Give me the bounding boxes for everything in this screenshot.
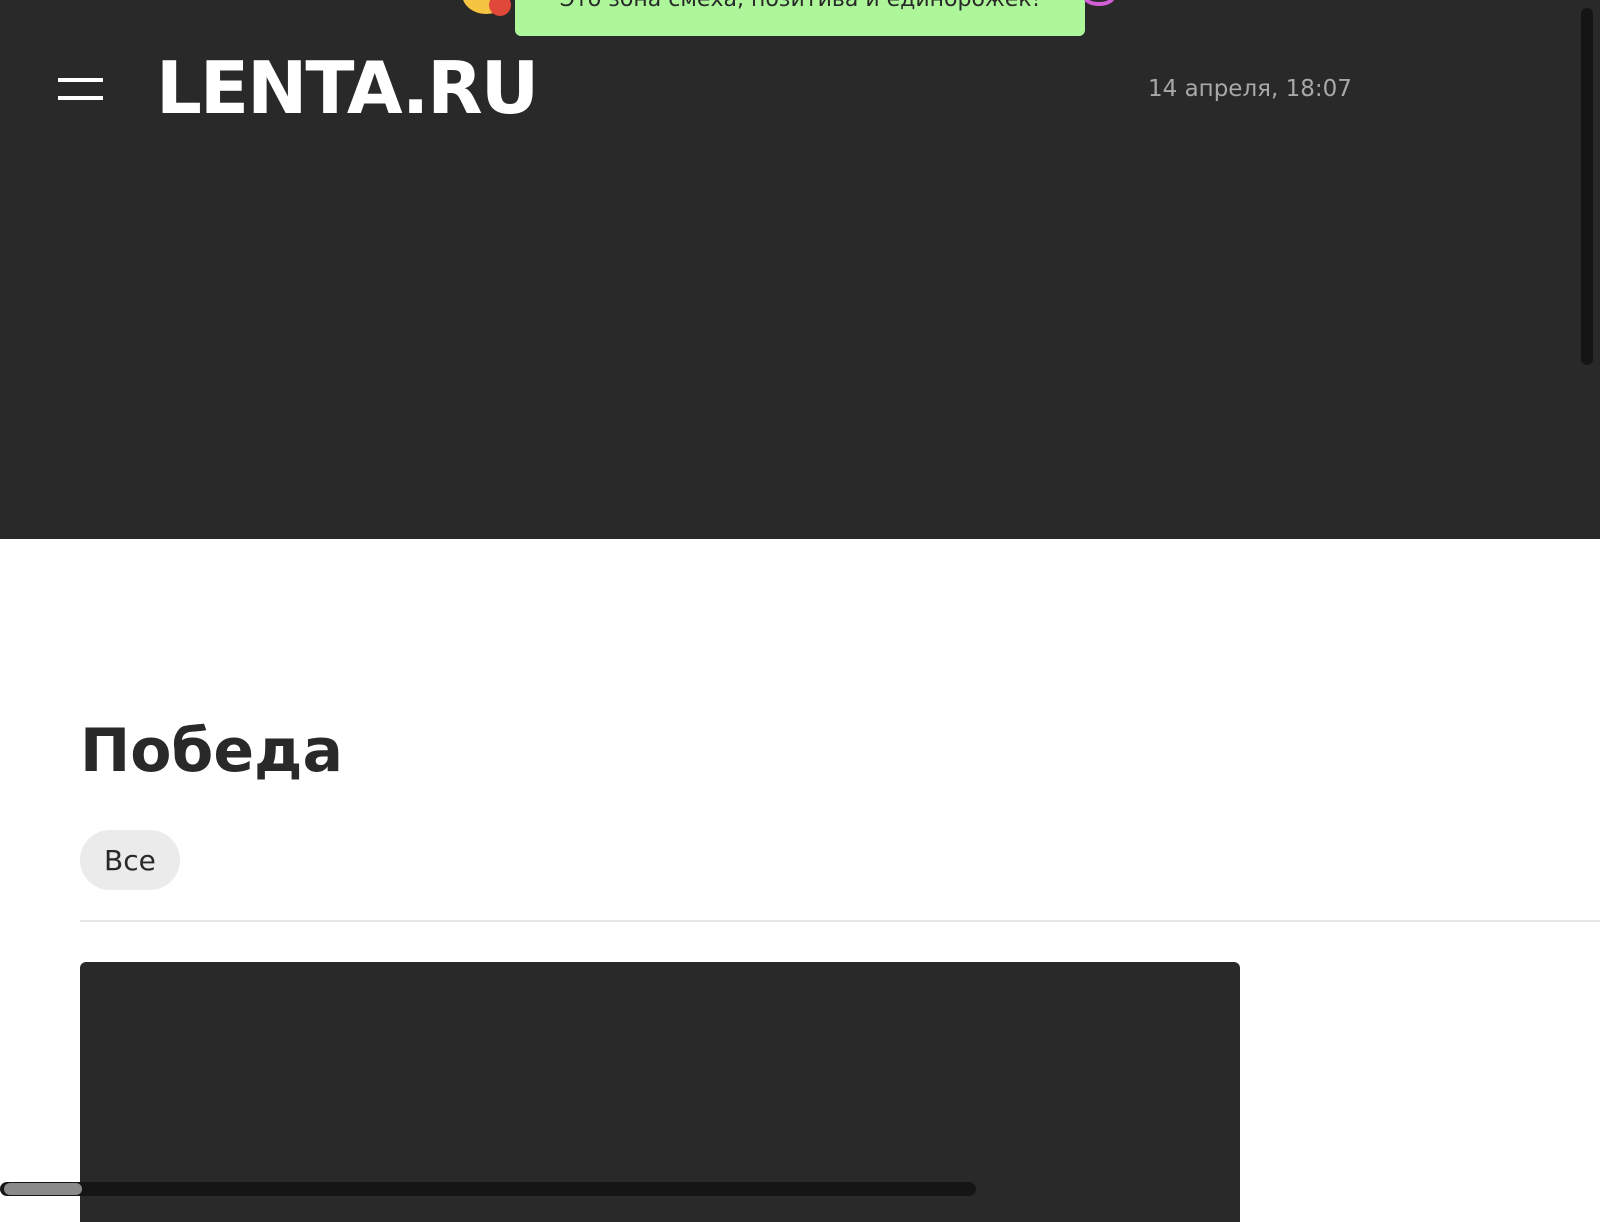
page-title: Победа <box>80 716 343 786</box>
promo-unicorn-decoration <box>1083 0 1115 6</box>
promo-emoji-decoration-dot <box>489 0 511 16</box>
horizontal-scrollbar-thumb[interactable] <box>4 1183 82 1195</box>
promo-banner-text: Это зона смеха, позитива и единорожек! <box>560 0 1041 12</box>
promo-banner[interactable]: Это зона смеха, позитива и единорожек! <box>515 0 1085 36</box>
site-header: Это зона смеха, позитива и единорожек! L… <box>0 0 1600 539</box>
current-datetime: 14 апреля, 18:07 <box>1148 76 1352 102</box>
vertical-scrollbar[interactable] <box>1581 8 1593 365</box>
horizontal-scrollbar[interactable] <box>0 1182 976 1196</box>
hamburger-menu-icon[interactable] <box>58 78 103 100</box>
site-logo[interactable]: LENTA.RU <box>156 52 539 124</box>
menu-line-bottom <box>58 96 103 100</box>
menu-line-top <box>58 78 103 82</box>
filter-chip-all[interactable]: Все <box>80 830 180 890</box>
divider <box>80 920 1600 922</box>
